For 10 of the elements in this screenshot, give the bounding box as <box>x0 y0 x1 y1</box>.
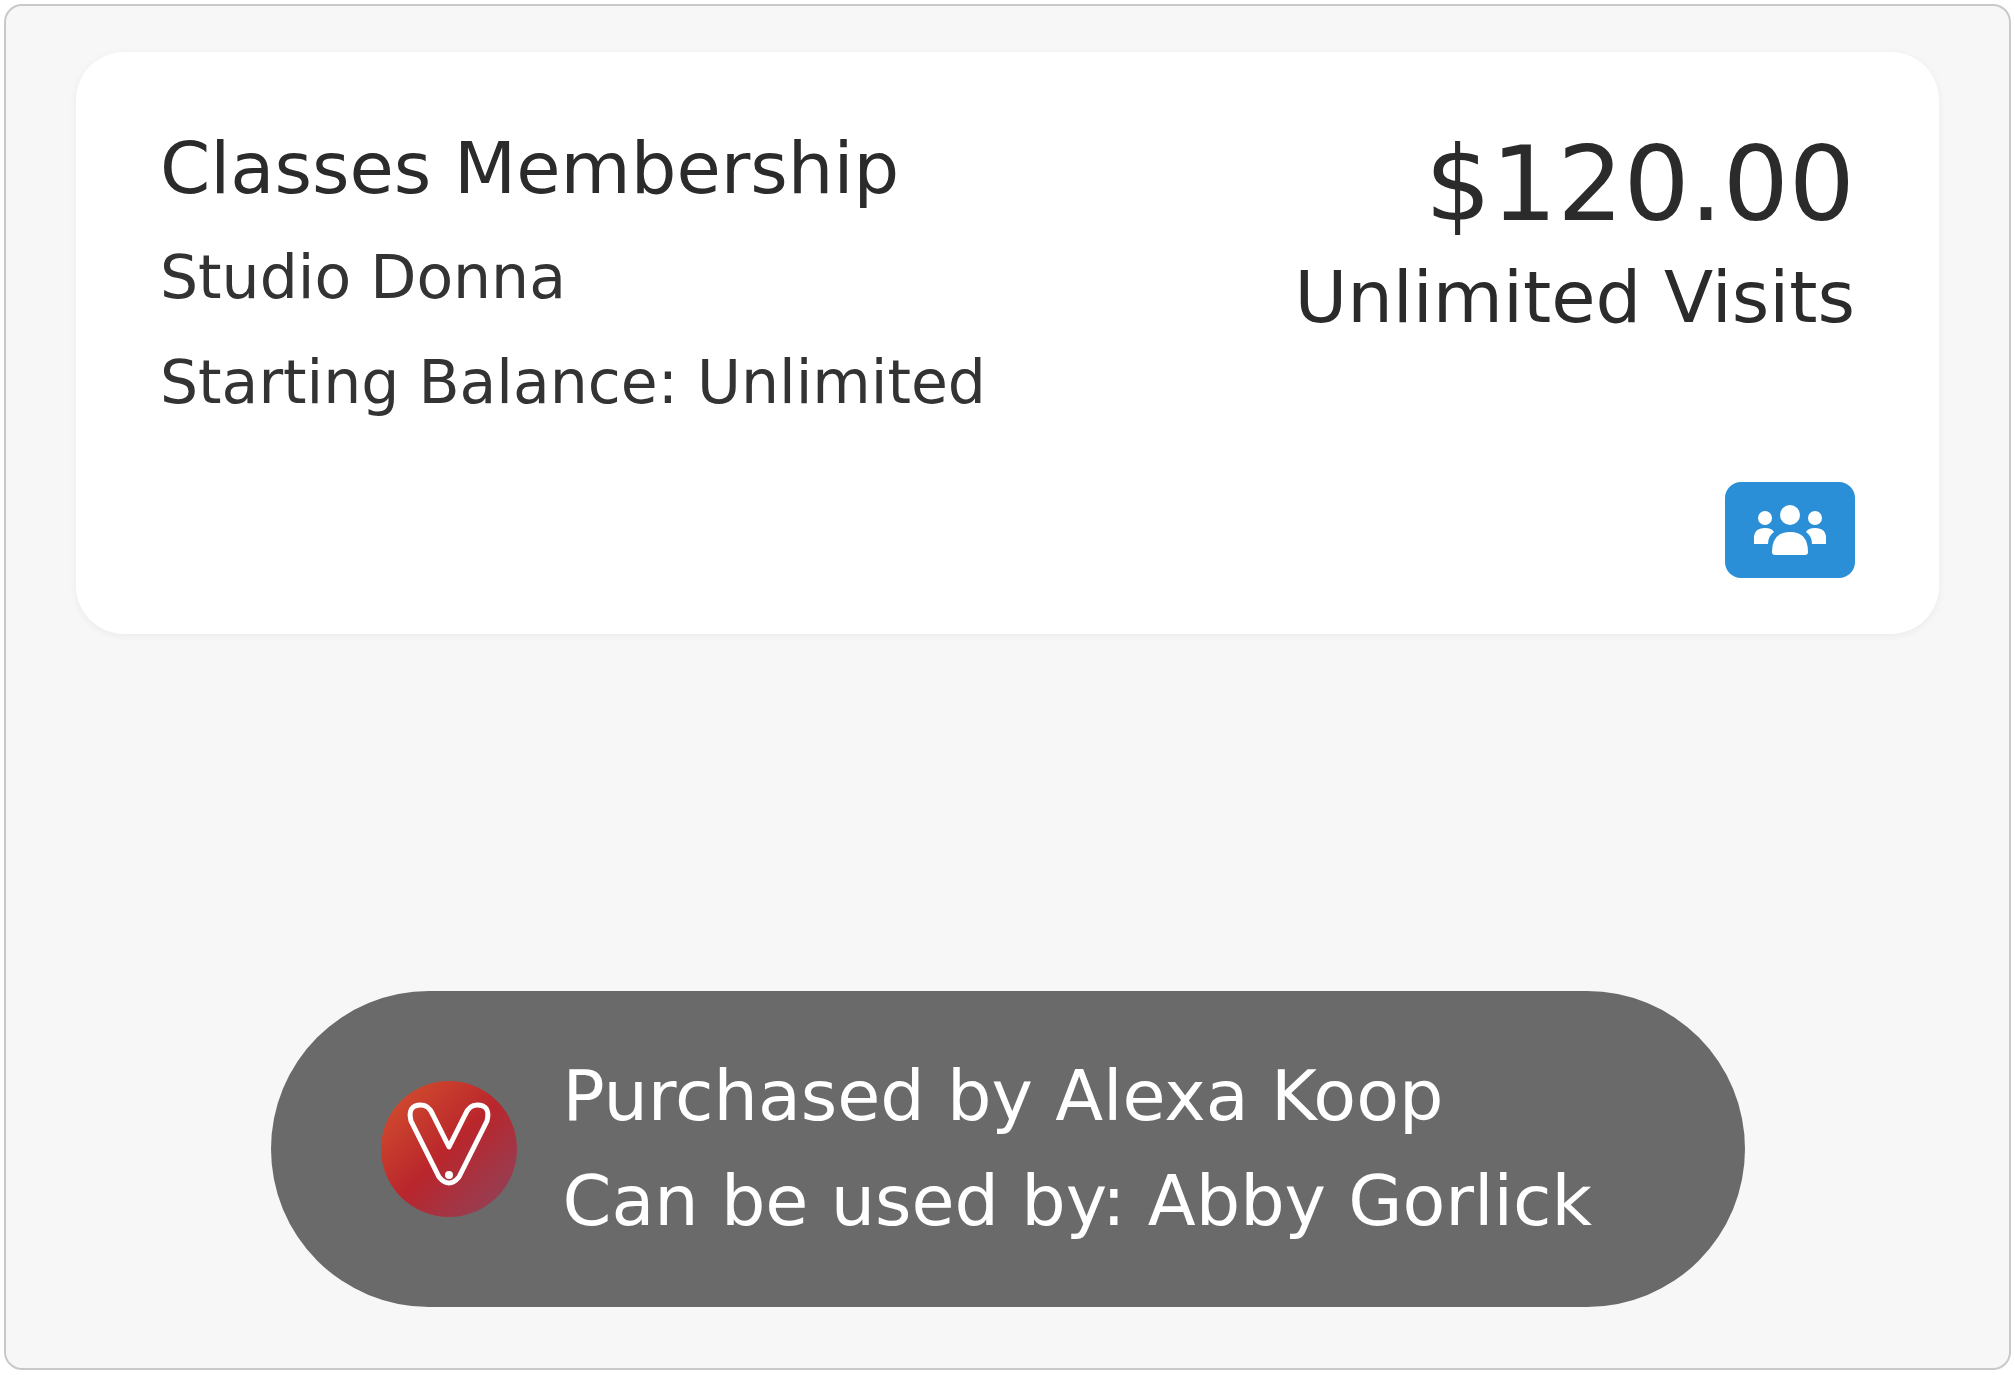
price: $120.00 <box>1424 122 1855 247</box>
studio-name: Studio Donna <box>160 240 567 314</box>
logo-icon <box>380 1081 517 1217</box>
visits-label: Unlimited Visits <box>1294 253 1855 341</box>
starting-balance: Starting Balance: Unlimited <box>160 345 986 419</box>
group-button[interactable] <box>1725 482 1855 578</box>
toast-text: Purchased by Alexa Koop <box>562 1054 1445 1139</box>
toast-text: Can be used by: Abby Gorlick <box>562 1159 1593 1244</box>
membership-title: Classes Membership <box>160 125 901 212</box>
group-icon <box>1752 504 1828 556</box>
